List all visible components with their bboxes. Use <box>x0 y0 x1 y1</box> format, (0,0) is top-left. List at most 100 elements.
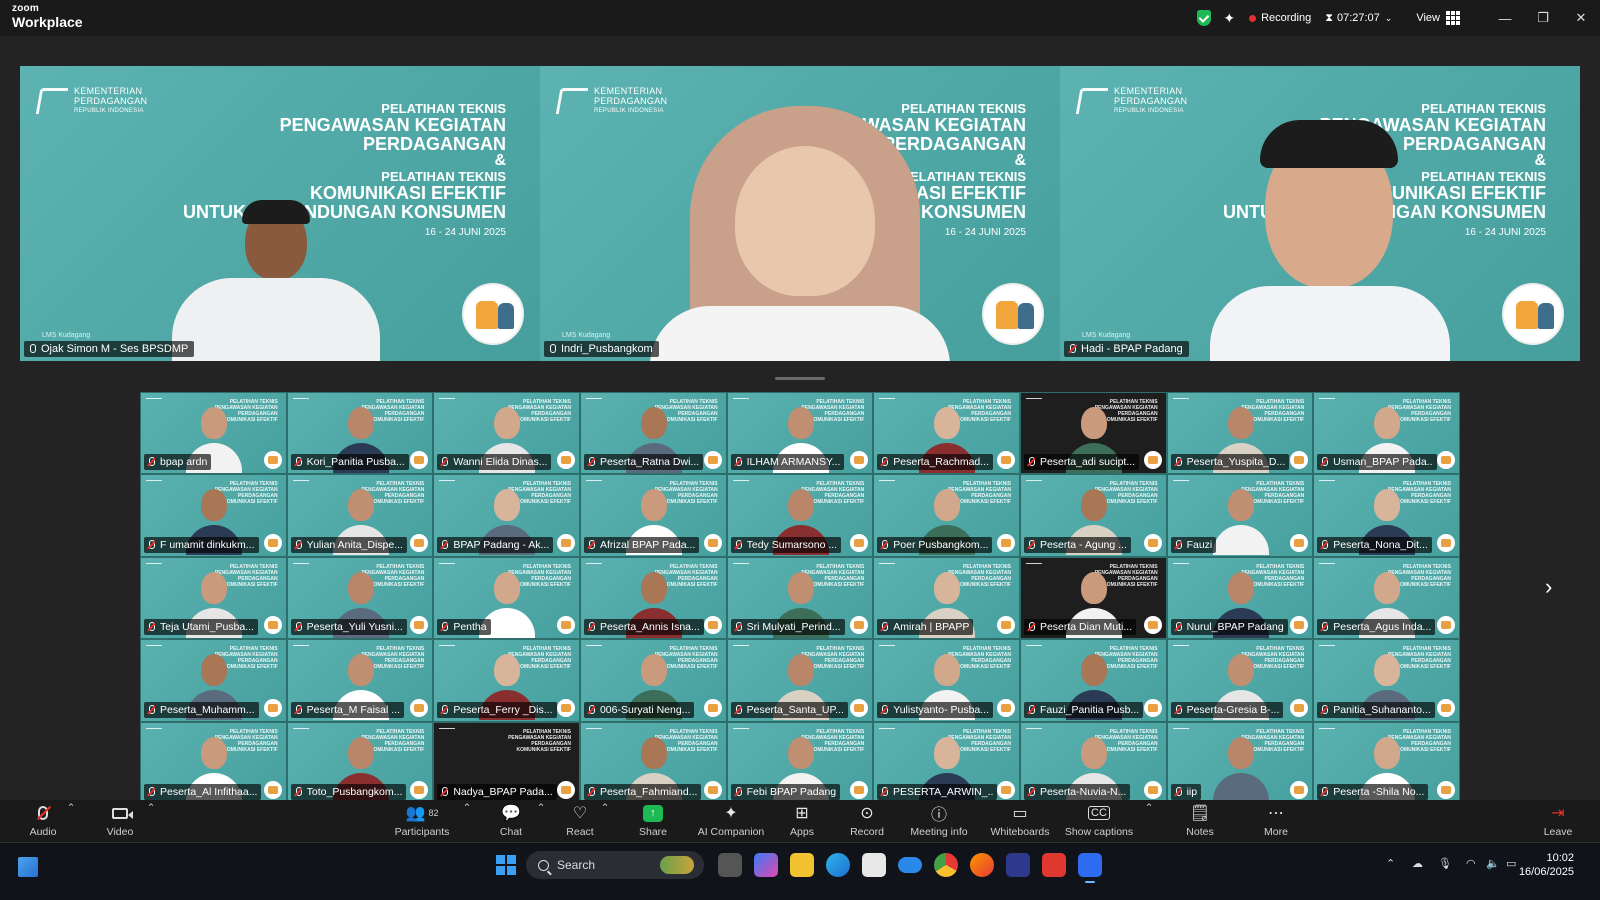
participant-tile[interactable]: PELATIHAN TEKNIS PENGAWASAN KEGIATAN PERDA… <box>433 556 580 640</box>
video-options-caret[interactable]: ⌃ <box>144 802 158 814</box>
widgets-icon[interactable] <box>18 857 38 877</box>
next-page-arrow-icon[interactable]: › <box>1545 574 1552 600</box>
participant-tile[interactable]: PELATIHAN TEKNIS PENGAWASAN KEGIATAN PERDA… <box>1313 556 1460 640</box>
participant-tile[interactable]: PELATIHAN TEKNIS PENGAWASAN KEGIATAN PERDA… <box>726 392 874 475</box>
participant-tile[interactable]: PELATIHAN TEKNIS PENGAWASAN KEGIATAN PERDA… <box>140 556 287 640</box>
participant-tile[interactable]: PELATIHAN TEKNIS PENGAWASAN KEGIATAN PERDA… <box>1019 556 1167 640</box>
participant-tile[interactable]: PELATIHAN TEKNIS PENGAWASAN KEGIATAN PERDA… <box>1166 392 1314 475</box>
participant-video <box>494 571 521 604</box>
chrome-icon[interactable] <box>934 853 958 877</box>
participant-tile[interactable]: PELATIHAN TEKNIS PENGAWASAN KEGIATAN PERDA… <box>433 474 580 557</box>
participant-tile[interactable]: PELATIHAN TEKNIS PENGAWASAN KEGIATAN PERDA… <box>1019 721 1167 804</box>
copilot-icon[interactable] <box>754 853 778 877</box>
participant-tile[interactable]: PELATIHAN TEKNIS PENGAWASAN KEGIATAN PERDA… <box>579 639 727 722</box>
participant-tile[interactable]: PELATIHAN TEKNIS PENGAWASAN KEGIATAN PERDA… <box>433 392 580 475</box>
participant-tile[interactable]: PELATIHAN TEKNIS PENGAWASAN KEGIATAN PERDA… <box>873 474 1020 557</box>
ministry-logo-icon <box>1172 727 1189 734</box>
wifi-icon[interactable]: ◠ <box>1466 857 1476 870</box>
react-options-caret[interactable]: ⌃ <box>598 802 612 814</box>
participant-tile[interactable]: PELATIHAN TEKNIS PENGAWASAN KEGIATAN PERDA… <box>433 721 580 804</box>
participant-tile[interactable]: PELATIHAN TEKNIS PENGAWASAN KEGIATAN PERDA… <box>1313 392 1460 475</box>
view-button[interactable]: View <box>1416 11 1460 25</box>
participant-tile[interactable]: PELATIHAN TEKNIS PENGAWASAN KEGIATAN PERDA… <box>1166 721 1314 804</box>
participant-tile[interactable]: PELATIHAN TEKNIS PENGAWASAN KEGIATAN PERDA… <box>140 474 287 557</box>
participant-tile[interactable]: PELATIHAN TEKNIS PENGAWASAN KEGIATAN PERDA… <box>873 556 1020 640</box>
participant-tile[interactable]: PELATIHAN TEKNIS PENGAWASAN KEGIATAN PERDA… <box>726 474 874 557</box>
participant-tile[interactable]: PELATIHAN TEKNIS PENGAWASAN KEGIATAN PERDA… <box>579 556 727 640</box>
participant-tile[interactable]: PELATIHAN TEKNIS PENGAWASAN KEGIATAN PERDA… <box>1313 474 1460 557</box>
participant-tile[interactable]: PELATIHAN TEKNIS PENGAWASAN KEGIATAN PERDA… <box>579 474 727 557</box>
task-view-icon[interactable] <box>718 853 742 877</box>
participant-tile[interactable]: PELATIHAN TEKNIS PENGAWASAN KEGIATAN PERDA… <box>140 721 287 804</box>
participant-tile[interactable]: PELATIHAN TEKNIS PENGAWASAN KEGIATAN PERDA… <box>726 721 874 804</box>
restore-button[interactable]: ❐ <box>1524 10 1562 26</box>
participant-tile[interactable]: PELATIHAN TEKNIS PENGAWASAN KEGIATAN PERDA… <box>873 392 1020 475</box>
course-badge-icon <box>850 616 869 635</box>
taskbar-clock[interactable]: 10:02 16/06/2025 <box>1519 851 1574 879</box>
leave-button[interactable]: ⇥ Leave <box>1518 802 1598 838</box>
participant-tile[interactable]: PELATIHAN TEKNIS PENGAWASAN KEGIATAN PERDA… <box>433 639 580 722</box>
participant-tile[interactable]: PELATIHAN TEKNIS PENGAWASAN KEGIATAN PERDA… <box>286 556 434 640</box>
file-explorer-icon[interactable] <box>790 853 814 877</box>
microphone-icon[interactable]: 🎙 <box>1438 857 1452 870</box>
captions-options-caret[interactable]: ⌃ <box>1142 802 1156 814</box>
notes-button[interactable]: 🗒 Notes <box>1160 802 1240 838</box>
battery-icon[interactable]: ▭ <box>1506 857 1516 870</box>
participant-tile[interactable]: PELATIHAN TEKNIS PENGAWASAN KEGIATAN PERDA… <box>873 721 1020 804</box>
ministry-logo-icon <box>439 398 456 404</box>
edge-icon[interactable] <box>826 853 850 877</box>
speaker-tile[interactable]: KEMENTERIAN PERDAGANGAN REPUBLIK INDONES… <box>20 66 540 361</box>
audio-options-caret[interactable]: ⌃ <box>64 802 78 814</box>
meeting-info-button[interactable]: ⓘ Meeting info <box>899 802 979 838</box>
participant-tile[interactable]: PELATIHAN TEKNIS PENGAWASAN KEGIATAN PERDA… <box>1313 721 1460 804</box>
close-button[interactable]: ✕ <box>1562 10 1600 26</box>
participant-tile[interactable]: PELATIHAN TEKNIS PENGAWASAN KEGIATAN PERDA… <box>1019 639 1167 722</box>
participant-tile[interactable]: PELATIHAN TEKNIS PENGAWASAN KEGIATAN PERDA… <box>1019 474 1167 557</box>
participant-tile[interactable]: PELATIHAN TEKNIS PENGAWASAN KEGIATAN PERDA… <box>286 474 434 557</box>
onedrive-icon[interactable] <box>898 857 922 873</box>
participant-tile[interactable]: PELATIHAN TEKNIS PENGAWASAN KEGIATAN PERDA… <box>286 721 434 804</box>
participant-tile[interactable]: PELATIHAN TEKNIS PENGAWASAN KEGIATAN PERDA… <box>286 639 434 722</box>
resize-handle[interactable] <box>775 377 825 380</box>
zoom-taskbar-icon[interactable] <box>1078 853 1102 883</box>
participant-tile[interactable]: PELATIHAN TEKNIS PENGAWASAN KEGIATAN PERDA… <box>726 639 874 722</box>
record-button[interactable]: ⊙ Record <box>827 802 907 838</box>
participant-tile[interactable]: PELATIHAN TEKNIS PENGAWASAN KEGIATAN PERDA… <box>1166 474 1314 557</box>
participant-tile[interactable]: PELATIHAN TEKNIS PENGAWASAN KEGIATAN PERDA… <box>1166 556 1314 640</box>
ai-sparkle-icon[interactable]: ✦ <box>1223 10 1235 27</box>
show-hidden-icons-icon[interactable]: ⌃ <box>1386 857 1395 870</box>
participant-tile[interactable]: PELATIHAN TEKNIS PENGAWASAN KEGIATAN PERDA… <box>726 556 874 640</box>
participant-tile[interactable]: PELATIHAN TEKNIS PENGAWASAN KEGIATAN PERDA… <box>579 721 727 804</box>
whiteboards-button[interactable]: ▭ Whiteboards <box>980 802 1060 838</box>
app-icon[interactable] <box>1006 853 1030 877</box>
ministry-logo-icon <box>146 562 162 569</box>
participants-button[interactable]: 👥 82 Participants <box>382 802 462 838</box>
start-menu-icon[interactable] <box>496 855 516 875</box>
share-button[interactable]: ↑ Share <box>613 802 693 838</box>
participant-tile[interactable]: PELATIHAN TEKNIS PENGAWASAN KEGIATAN PERDA… <box>140 639 287 722</box>
meeting-timer[interactable]: ⧗ 07:27:07 ⌄ <box>1325 12 1392 25</box>
ai-companion-button[interactable]: ✦ AI Companion <box>691 802 771 838</box>
wps-office-icon[interactable] <box>1042 853 1066 877</box>
recording-indicator[interactable]: Recording <box>1249 12 1311 24</box>
participant-tile[interactable]: PELATIHAN TEKNIS PENGAWASAN KEGIATAN PERDA… <box>286 392 434 475</box>
firefox-icon[interactable] <box>970 853 994 877</box>
participant-tile[interactable]: PELATIHAN TEKNIS PENGAWASAN KEGIATAN PERDA… <box>579 392 727 475</box>
speaker-tile[interactable]: KEMENTERIAN PERDAGANGAN REPUBLIK INDONES… <box>1060 66 1580 361</box>
microphone-muted-icon <box>147 457 155 467</box>
store-icon[interactable] <box>862 853 886 877</box>
more-button[interactable]: ⋯ More <box>1236 802 1316 838</box>
participant-tile[interactable]: PELATIHAN TEKNIS PENGAWASAN KEGIATAN PERDA… <box>140 392 287 475</box>
encryption-shield-icon[interactable] <box>1197 10 1212 26</box>
minimize-button[interactable]: — <box>1486 11 1524 26</box>
volume-icon[interactable]: 🔈 <box>1486 857 1500 870</box>
show-captions-button[interactable]: CC Show captions <box>1059 802 1139 838</box>
participant-tile[interactable]: PELATIHAN TEKNIS PENGAWASAN KEGIATAN PERDA… <box>1019 392 1167 475</box>
taskbar-search[interactable]: Search <box>526 851 704 879</box>
speaker-tile[interactable]: KEMENTERIAN PERDAGANGAN REPUBLIK INDONES… <box>540 66 1060 361</box>
participant-tile[interactable]: PELATIHAN TEKNIS PENGAWASAN KEGIATAN PERDA… <box>1166 639 1314 722</box>
participant-tile[interactable]: PELATIHAN TEKNIS PENGAWASAN KEGIATAN PERDA… <box>1313 639 1460 722</box>
participant-tile[interactable]: PELATIHAN TEKNIS PENGAWASAN KEGIATAN PERDA… <box>873 639 1020 722</box>
cloud-icon[interactable]: ☁ <box>1412 857 1423 870</box>
microphone-muted-icon <box>440 539 449 550</box>
